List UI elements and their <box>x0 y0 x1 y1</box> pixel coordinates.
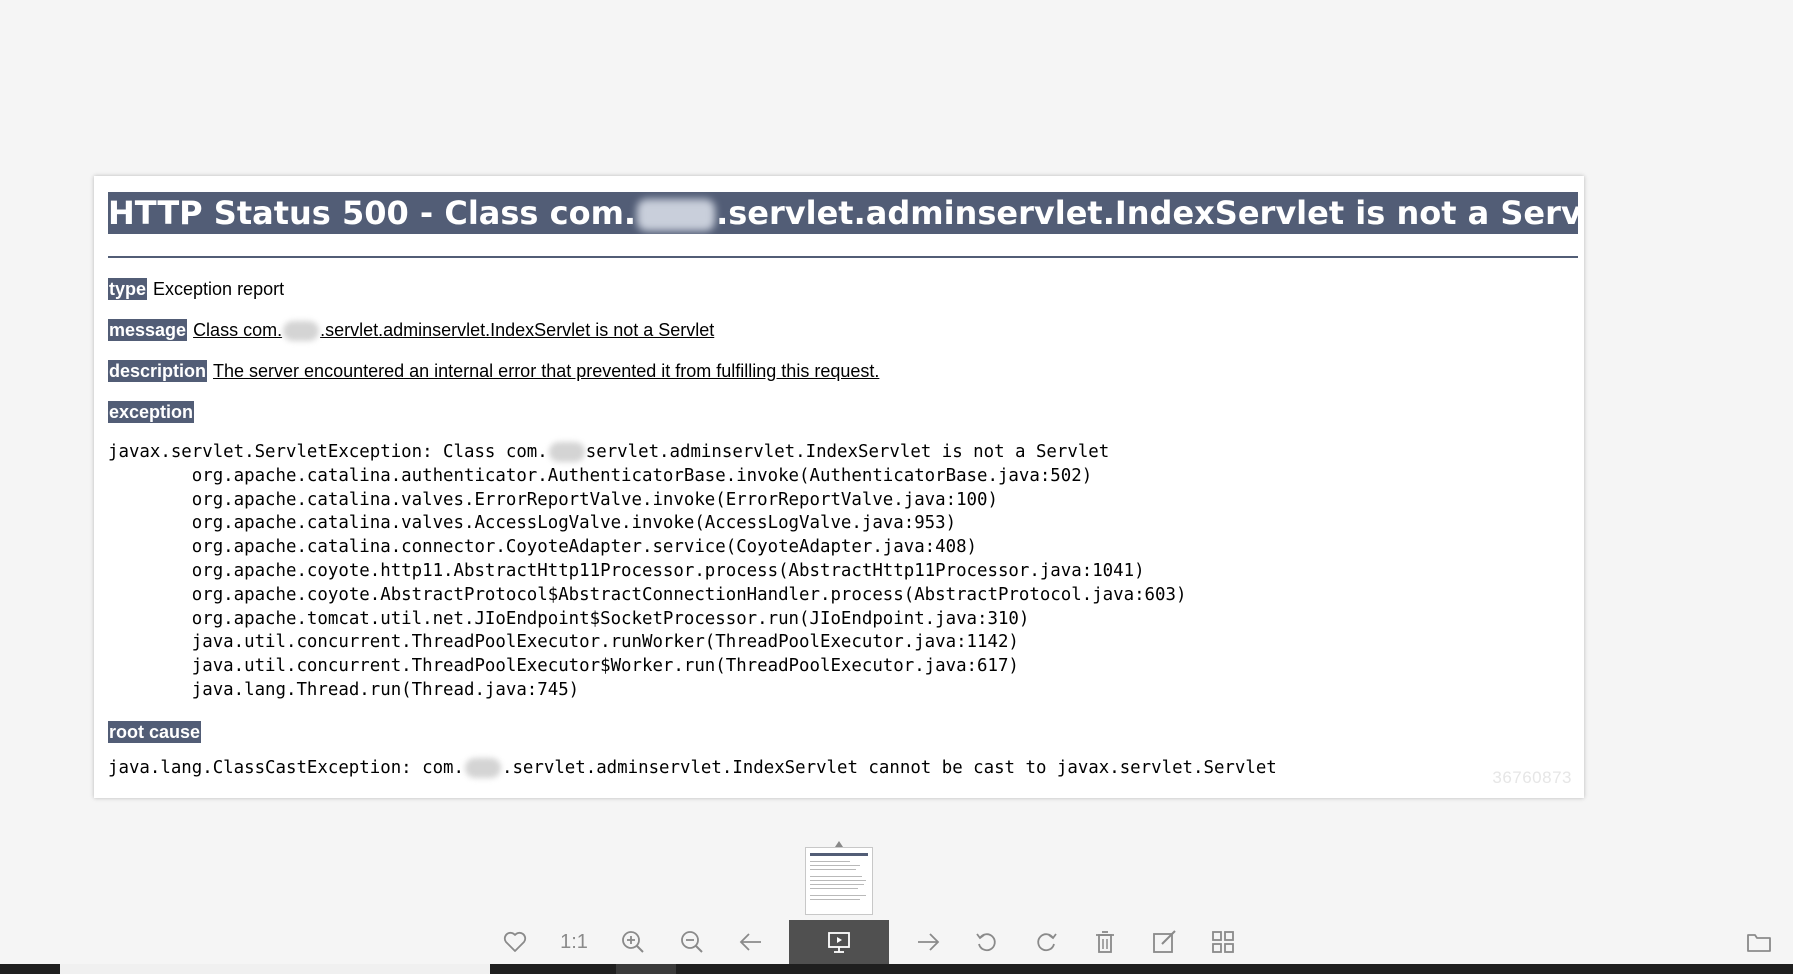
message-value: Class com. .servlet.adminservlet.IndexSer… <box>193 320 715 342</box>
exception-first-suffix: servlet.adminservlet.IndexServlet is not… <box>585 442 1110 462</box>
rotate-right-button[interactable] <box>1024 920 1068 964</box>
slideshow-icon <box>826 930 852 954</box>
edit-icon <box>1151 929 1177 955</box>
taskbar-strip <box>0 964 1793 974</box>
displayed-image[interactable]: HTTP Status 500 - Class com. .servlet.adm… <box>94 176 1584 798</box>
edit-button[interactable] <box>1142 920 1186 964</box>
exception-first-prefix: javax.servlet.ServletException: Class co… <box>108 442 548 462</box>
delete-button[interactable] <box>1083 920 1127 964</box>
thumbnail[interactable] <box>805 847 873 915</box>
root-cause-label: root cause <box>108 720 202 743</box>
viewer-toolbar: 1:1 <box>0 920 1793 964</box>
type-row: type Exception report <box>108 278 1578 300</box>
exception-label: exception <box>108 401 195 423</box>
redacted-blur <box>548 442 585 462</box>
actual-size-button[interactable]: 1:1 <box>552 920 596 964</box>
error-page: HTTP Status 500 - Class com. .servlet.adm… <box>108 192 1578 781</box>
zoom-in-button[interactable] <box>611 920 655 964</box>
trash-icon <box>1093 929 1117 955</box>
error-title-prefix: HTTP Status 500 - Class com. <box>108 194 637 232</box>
message-label: message <box>108 319 188 341</box>
error-title: HTTP Status 500 - Class com. .servlet.adm… <box>108 192 1578 234</box>
next-button[interactable] <box>906 920 950 964</box>
rotate-right-icon <box>1033 929 1059 955</box>
redacted-blur <box>464 757 501 778</box>
root-cause-prefix: java.lang.ClassCastException: com. <box>108 757 464 778</box>
heart-icon <box>503 931 527 953</box>
open-folder-button[interactable] <box>1737 920 1781 964</box>
arrow-left-icon <box>738 931 764 953</box>
exception-row: exception <box>108 401 1578 423</box>
arrow-right-icon <box>915 931 941 953</box>
type-value: Exception report <box>153 279 285 299</box>
rotate-left-icon <box>974 929 1000 955</box>
folder-icon <box>1746 931 1772 953</box>
exception-stack-lines: org.apache.catalina.authenticator.Authen… <box>191 465 1187 700</box>
image-viewer-canvas: HTTP Status 500 - Class com. .servlet.adm… <box>0 0 1793 920</box>
type-label: type <box>108 278 148 300</box>
message-suffix: .servlet.adminservlet.IndexServlet is no… <box>320 320 715 340</box>
zoom-in-icon <box>620 929 646 955</box>
message-prefix: Class com. <box>193 320 283 340</box>
root-cause-row: root cause <box>108 720 1578 743</box>
message-row: message Class com. .servlet.adminservlet.I… <box>108 319 1578 342</box>
description-label: description <box>108 360 208 382</box>
grid-icon <box>1210 929 1236 955</box>
previous-button[interactable] <box>729 920 773 964</box>
zoom-out-icon <box>679 929 705 955</box>
root-cause-suffix: .servlet.adminservlet.IndexServlet canno… <box>501 757 1277 778</box>
root-cause-trace: java.lang.ClassCastException: com. .servl… <box>108 757 1578 781</box>
redacted-blur <box>637 199 716 231</box>
watermark: 36760873 <box>1492 768 1572 787</box>
redacted-blur <box>283 321 320 342</box>
description-value: The server encountered an internal error… <box>213 361 880 381</box>
slideshow-button[interactable] <box>789 920 889 964</box>
description-row: description The server encountered an int… <box>108 360 1578 382</box>
error-title-suffix: .servlet.adminservlet.IndexServlet is no… <box>716 194 1578 232</box>
exception-trace: javax.servlet.ServletException: Class co… <box>108 441 1578 703</box>
favorite-button[interactable] <box>493 920 537 964</box>
divider <box>108 256 1578 258</box>
grid-button[interactable] <box>1201 920 1245 964</box>
zoom-out-button[interactable] <box>670 920 714 964</box>
rotate-left-button[interactable] <box>965 920 1009 964</box>
actual-size-label: 1:1 <box>560 930 588 953</box>
